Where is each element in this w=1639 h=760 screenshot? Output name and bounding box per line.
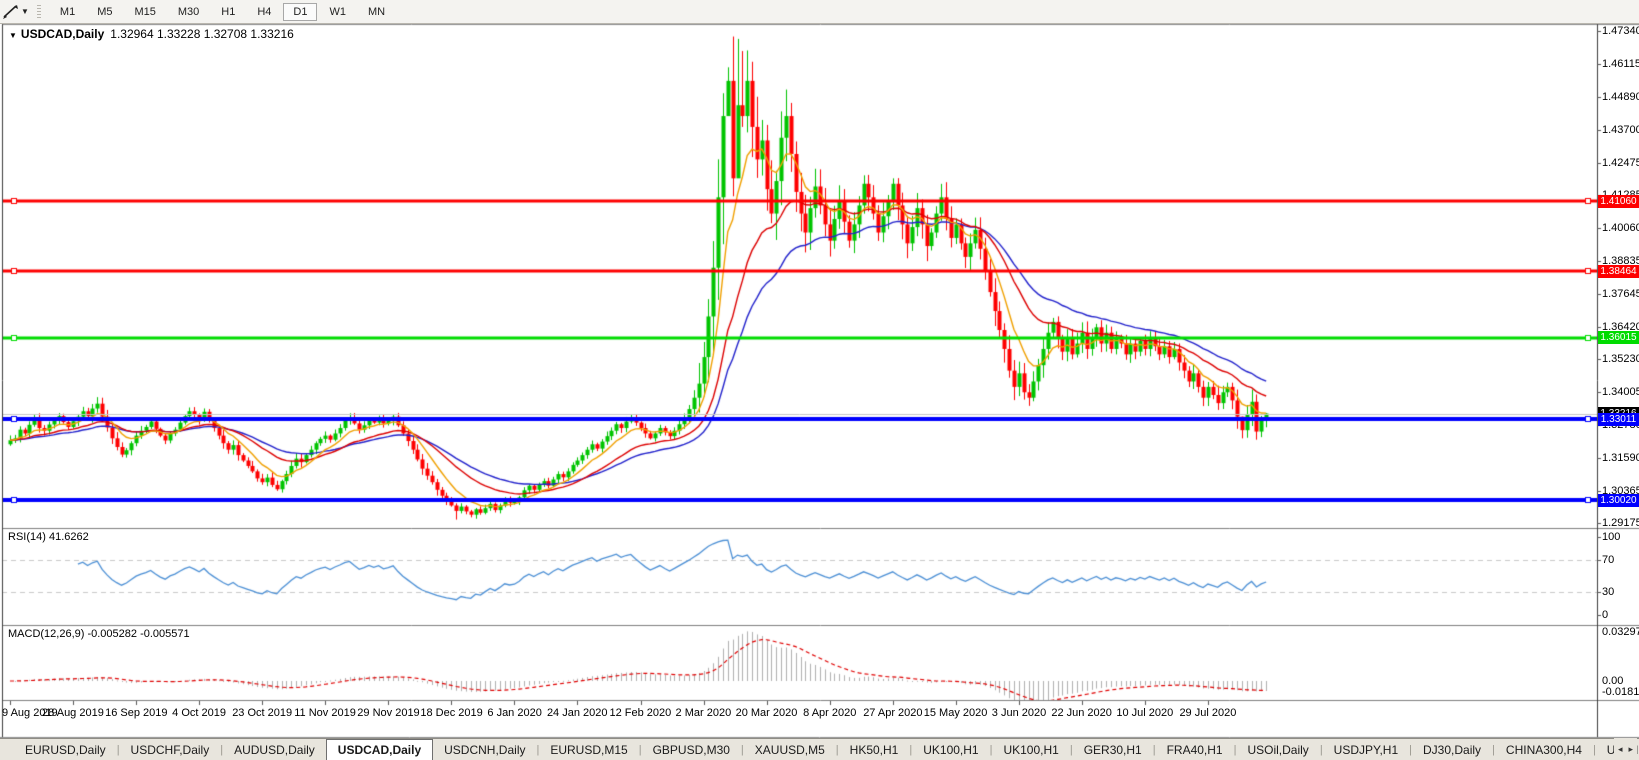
hline-price-label: 1.41060	[1598, 194, 1639, 208]
date-axis-tick: 22 Jun 2020	[1051, 707, 1112, 719]
date-axis-tick: 8 Apr 2020	[803, 707, 857, 719]
chart-tab-usdjpy-h1[interactable]: USDJPY,H1	[1323, 739, 1409, 760]
date-axis-tick: 3 Jun 2020	[991, 707, 1047, 719]
timeframe-button-m1[interactable]: M1	[50, 3, 85, 21]
rsi-axis-tick: 100	[1602, 531, 1621, 543]
rsi-pane-label: RSI(14) 41.6262	[8, 531, 89, 543]
chart-tab-audusd-daily[interactable]: AUDUSD,Daily	[223, 739, 326, 760]
price-axis-tick: 1.44890	[1602, 91, 1639, 104]
chart-tab-usoil-daily[interactable]: USOil,Daily	[1236, 739, 1319, 760]
chart-tab-eurusd-daily[interactable]: EURUSD,Daily	[14, 739, 117, 760]
macd-axis-tick: -0.018154	[1602, 686, 1639, 698]
rsi-axis-tick: 30	[1602, 585, 1615, 598]
line-studies-icon[interactable]	[2, 4, 20, 20]
date-axis-tick: 6 Jan 2020	[487, 707, 542, 719]
timeframe-button-d1[interactable]: D1	[283, 2, 318, 21]
mt4-window: ▼ M1 M5 M15 M30 H1 H4 D1 W1 MN ▼ USDCAD,Daily 1.32…	[0, 0, 1639, 760]
price-axis-tick: 1.37645	[1602, 287, 1639, 300]
macd-pane-label: MACD(12,26,9) -0.005282 -0.005571	[8, 628, 190, 640]
tab-scroll-right-icon[interactable]: ▸	[1628, 744, 1633, 755]
chart-tab-usdcad-daily[interactable]: USDCAD,Daily	[325, 739, 434, 760]
chart-symbol: USDCAD,Daily	[20, 27, 105, 41]
price-axis-tick: 1.31590	[1602, 451, 1639, 464]
chart-tab-hk50-h1[interactable]: HK50,H1	[839, 739, 910, 760]
date-axis-tick: 27 Apr 2020	[863, 707, 923, 719]
chart-tab-china300-h4[interactable]: CHINA300,H4	[1495, 739, 1593, 760]
timeframe-toolbar: ▼ M1 M5 M15 M30 H1 H4 D1 W1 MN	[0, 0, 1639, 24]
date-axis-tick: 24 Jan 2020	[546, 707, 608, 719]
hline-price-label: 1.38464	[1598, 264, 1639, 278]
timeframe-button-m5[interactable]: M5	[87, 3, 122, 21]
toolbar-grip-handle[interactable]	[36, 4, 41, 19]
chart-tab-xauusd-m5[interactable]: XAUUSD,M5	[744, 739, 836, 760]
hline-price-label: 1.30020	[1598, 493, 1639, 507]
hline-price-label: 1.33011	[1598, 412, 1639, 426]
timeframe-buttons: M1 M5 M15 M30 H1 H4 D1 W1 MN	[49, 2, 396, 21]
chart-tab-usdcnh-daily[interactable]: USDCNH,Daily	[433, 739, 536, 760]
date-axis-tick: 16 Sep 2019	[105, 707, 168, 719]
date-axis-tick: 15 May 2020	[923, 707, 988, 719]
hline-price-label: 1.36015	[1598, 331, 1639, 345]
date-axis-tick: 11 Nov 2019	[294, 707, 356, 719]
chart-tab-bar: EURUSD,Daily | USDCHF,Daily | AUDUSD,Daily US…	[0, 738, 1639, 760]
price-axis-tick: 1.47340	[1602, 25, 1639, 38]
price-axis-tick: 1.35230	[1602, 352, 1639, 365]
chart-ohlc-values: 1.32964 1.33228 1.32708 1.33216	[110, 27, 294, 41]
rsi-axis-tick: 70	[1602, 554, 1615, 567]
chart-tab-eurusd-m15[interactable]: EURUSD,M15	[539, 739, 638, 760]
chevron-down-icon[interactable]: ▼	[21, 7, 29, 16]
chart-tab-uk100-h1[interactable]: UK100,H1	[992, 739, 1069, 760]
date-axis-tick: 4 Oct 2019	[172, 707, 226, 719]
chart-tab-fra40-h1[interactable]: FRA40,H1	[1156, 739, 1234, 760]
chart-title: ▼ USDCAD,Daily 1.32964 1.33228 1.32708 1.3…	[9, 27, 294, 41]
chart-tab-gbpusd-m30[interactable]: GBPUSD,M30	[642, 739, 741, 760]
date-axis-tick: 12 Feb 2020	[609, 707, 672, 719]
price-axis-tick: 1.34005	[1602, 386, 1639, 399]
date-axis-tick: 29 Jul 2020	[1179, 707, 1237, 719]
price-axis-tick: 1.46115	[1602, 58, 1639, 71]
tab-scroll-left-icon[interactable]: ◂	[1618, 744, 1623, 755]
date-axis-tick: 28 Aug 2019	[42, 707, 104, 719]
chart-tab-dj30-daily[interactable]: DJ30,Daily	[1412, 739, 1492, 760]
timeframe-button-h1[interactable]: H1	[211, 3, 245, 21]
date-axis-tick: 10 Jul 2020	[1116, 707, 1174, 719]
macd-axis-tick: 0.032972	[1602, 626, 1639, 638]
price-chart-canvas[interactable]	[0, 0, 1639, 760]
chart-tab-ger30-h1[interactable]: GER30,H1	[1073, 739, 1153, 760]
timeframe-button-w1[interactable]: W1	[319, 3, 356, 21]
date-axis-tick: 23 Oct 2019	[232, 707, 293, 719]
date-axis-tick: 18 Dec 2019	[420, 707, 483, 719]
price-axis-tick: 1.29175	[1602, 516, 1639, 529]
tab-scroll-buttons: ◂ ▸	[1613, 738, 1637, 760]
date-axis-tick: 2 Mar 2020	[675, 707, 732, 719]
chart-tab-usdchf-daily[interactable]: USDCHF,Daily	[120, 739, 221, 760]
price-axis-tick: 1.42475	[1602, 156, 1639, 169]
timeframe-button-m30[interactable]: M30	[168, 3, 209, 21]
symbol-collapse-icon[interactable]: ▼	[9, 31, 17, 40]
price-axis-tick: 1.43700	[1602, 123, 1639, 136]
rsi-axis-tick: 0	[1602, 609, 1609, 621]
timeframe-button-m15[interactable]: M15	[124, 3, 165, 21]
chart-tab-uk100-h1[interactable]: UK100,H1	[912, 739, 989, 760]
date-axis-tick: 20 Mar 2020	[735, 707, 798, 719]
timeframe-button-h4[interactable]: H4	[247, 3, 281, 21]
timeframe-button-mn[interactable]: MN	[358, 3, 395, 21]
date-axis-tick: 29 Nov 2019	[357, 707, 420, 719]
price-axis-tick: 1.40060	[1602, 222, 1639, 235]
